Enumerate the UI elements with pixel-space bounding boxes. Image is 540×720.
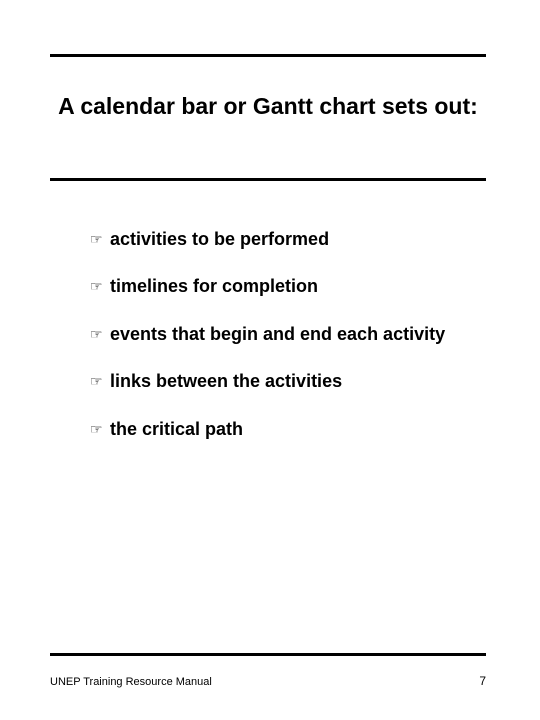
page-title: A calendar bar or Gantt chart sets out: xyxy=(50,92,486,121)
list-item-text: the critical path xyxy=(110,418,243,441)
pointing-hand-icon: ☞ xyxy=(90,418,110,440)
slide-page: A calendar bar or Gantt chart sets out: … xyxy=(0,0,540,720)
bottom-divider xyxy=(50,653,486,656)
pointing-hand-icon: ☞ xyxy=(90,323,110,345)
list-item: ☞ activities to be performed xyxy=(90,228,468,251)
mid-divider xyxy=(50,178,486,181)
bullet-list: ☞ activities to be performed ☞ timelines… xyxy=(90,228,468,465)
pointing-hand-icon: ☞ xyxy=(90,275,110,297)
list-item-text: timelines for completion xyxy=(110,275,318,298)
list-item-text: activities to be performed xyxy=(110,228,329,251)
list-item-text: events that begin and end each activity xyxy=(110,323,445,346)
pointing-hand-icon: ☞ xyxy=(90,370,110,392)
list-item-text: links between the activities xyxy=(110,370,342,393)
list-item: ☞ events that begin and end each activit… xyxy=(90,323,468,346)
list-item: ☞ timelines for completion xyxy=(90,275,468,298)
footer-source: UNEP Training Resource Manual xyxy=(50,676,212,688)
list-item: ☞ links between the activities xyxy=(90,370,468,393)
top-divider xyxy=(50,54,486,57)
footer: UNEP Training Resource Manual 7 xyxy=(50,674,486,688)
list-item: ☞ the critical path xyxy=(90,418,468,441)
pointing-hand-icon: ☞ xyxy=(90,228,110,250)
page-number: 7 xyxy=(479,674,486,688)
